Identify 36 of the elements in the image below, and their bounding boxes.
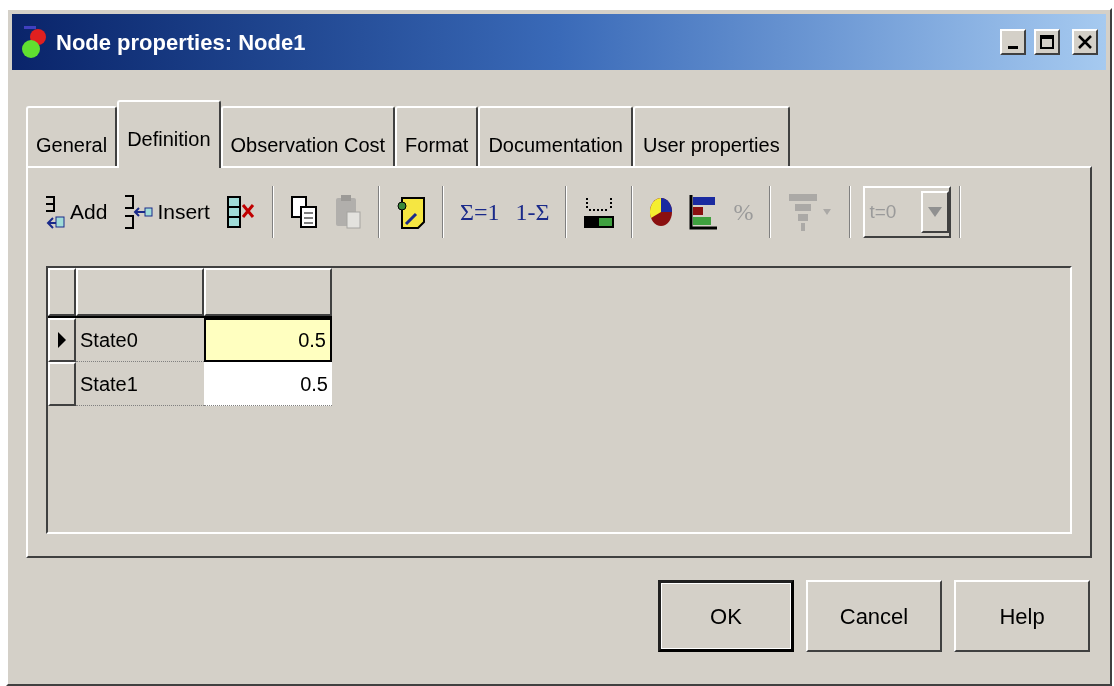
minimize-icon <box>1008 46 1018 49</box>
window-title: Node properties: Node1 <box>56 28 307 57</box>
tab[interactable]: User properties <box>632 106 790 166</box>
dropdown-arrow-icon <box>928 207 943 217</box>
tab[interactable]: General <box>26 106 118 166</box>
tab[interactable]: Definition <box>117 100 221 168</box>
copy-icon <box>289 195 318 229</box>
dialog-button[interactable]: OK <box>658 580 794 652</box>
dialog-button[interactable]: Help <box>954 580 1090 652</box>
tab[interactable]: Format <box>395 106 479 166</box>
app-logo-icon <box>20 24 48 60</box>
edit-note-icon <box>395 194 426 230</box>
add-button[interactable]: Add <box>36 186 116 238</box>
bar-chart-icon <box>689 194 718 230</box>
minimize-button[interactable] <box>1000 29 1026 55</box>
table-cell[interactable]: 0.5 <box>204 318 332 362</box>
paste-icon <box>333 194 362 230</box>
row-header[interactable] <box>48 318 76 362</box>
pie-chart-icon <box>649 196 674 228</box>
toolbar-button[interactable]: 1-Σ <box>507 186 558 238</box>
tab[interactable]: Documentation <box>478 106 633 166</box>
insert-button[interactable]: Insert <box>115 186 218 238</box>
row-pointer-icon <box>58 332 66 348</box>
delete-row-icon <box>225 195 256 229</box>
insert-row-icon <box>123 194 154 230</box>
tab[interactable]: Observation Cost <box>220 106 396 166</box>
close-icon <box>1078 35 1092 49</box>
toolbar-button[interactable]: Σ=1 <box>451 186 508 238</box>
table-cell[interactable]: 0.5 <box>204 362 332 406</box>
maximize-button[interactable] <box>1034 29 1060 55</box>
dialog-button[interactable]: Cancel <box>806 580 942 652</box>
row-header[interactable] <box>48 362 76 406</box>
tree-dropdown-icon <box>787 192 834 232</box>
close-button[interactable] <box>1072 29 1098 55</box>
maximize-icon <box>1040 35 1054 49</box>
add-row-icon <box>44 195 66 229</box>
